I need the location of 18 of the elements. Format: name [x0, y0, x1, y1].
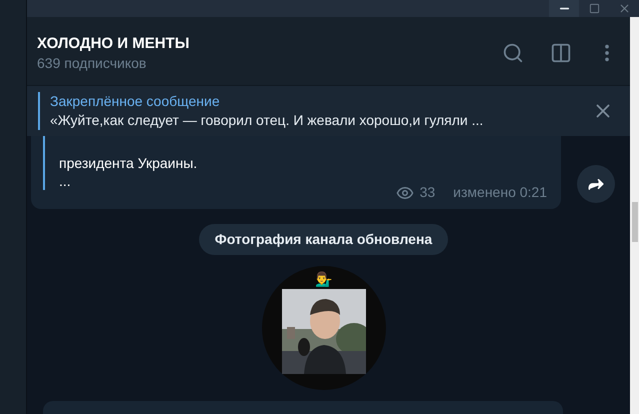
pinned-text: «Жуйте,как следует — говорил отец. И жевали хорошо,и гуляли ...	[50, 111, 484, 130]
sidebar-toggle-icon[interactable]	[550, 42, 572, 64]
service-message: Фотография канала обновлена	[198, 224, 448, 255]
emoji-icon: 💁‍♂	[315, 270, 332, 288]
pinned-label: Закреплённое сообщение	[50, 92, 221, 111]
search-icon[interactable]	[502, 42, 524, 64]
forward-button[interactable]	[577, 165, 615, 203]
message-text: президента Украины.	[59, 154, 198, 172]
scrollbar[interactable]	[630, 17, 639, 414]
minimize-button[interactable]	[549, 0, 579, 17]
view-count: 33	[420, 183, 436, 202]
pinned-bar[interactable]: Закреплённое сообщение «Жуйте,как следует — говорил отец. И жевали хорошо,и гуляли ...	[27, 85, 630, 136]
message-time: изменено 0:21	[453, 183, 547, 202]
channel-title: ХОЛОДНО И МЕНТЫ	[37, 34, 190, 54]
subscriber-count: 639 подписчиков	[37, 54, 148, 72]
close-icon	[618, 2, 630, 15]
maximize-icon	[588, 3, 600, 14]
message-text: ...	[59, 172, 72, 190]
